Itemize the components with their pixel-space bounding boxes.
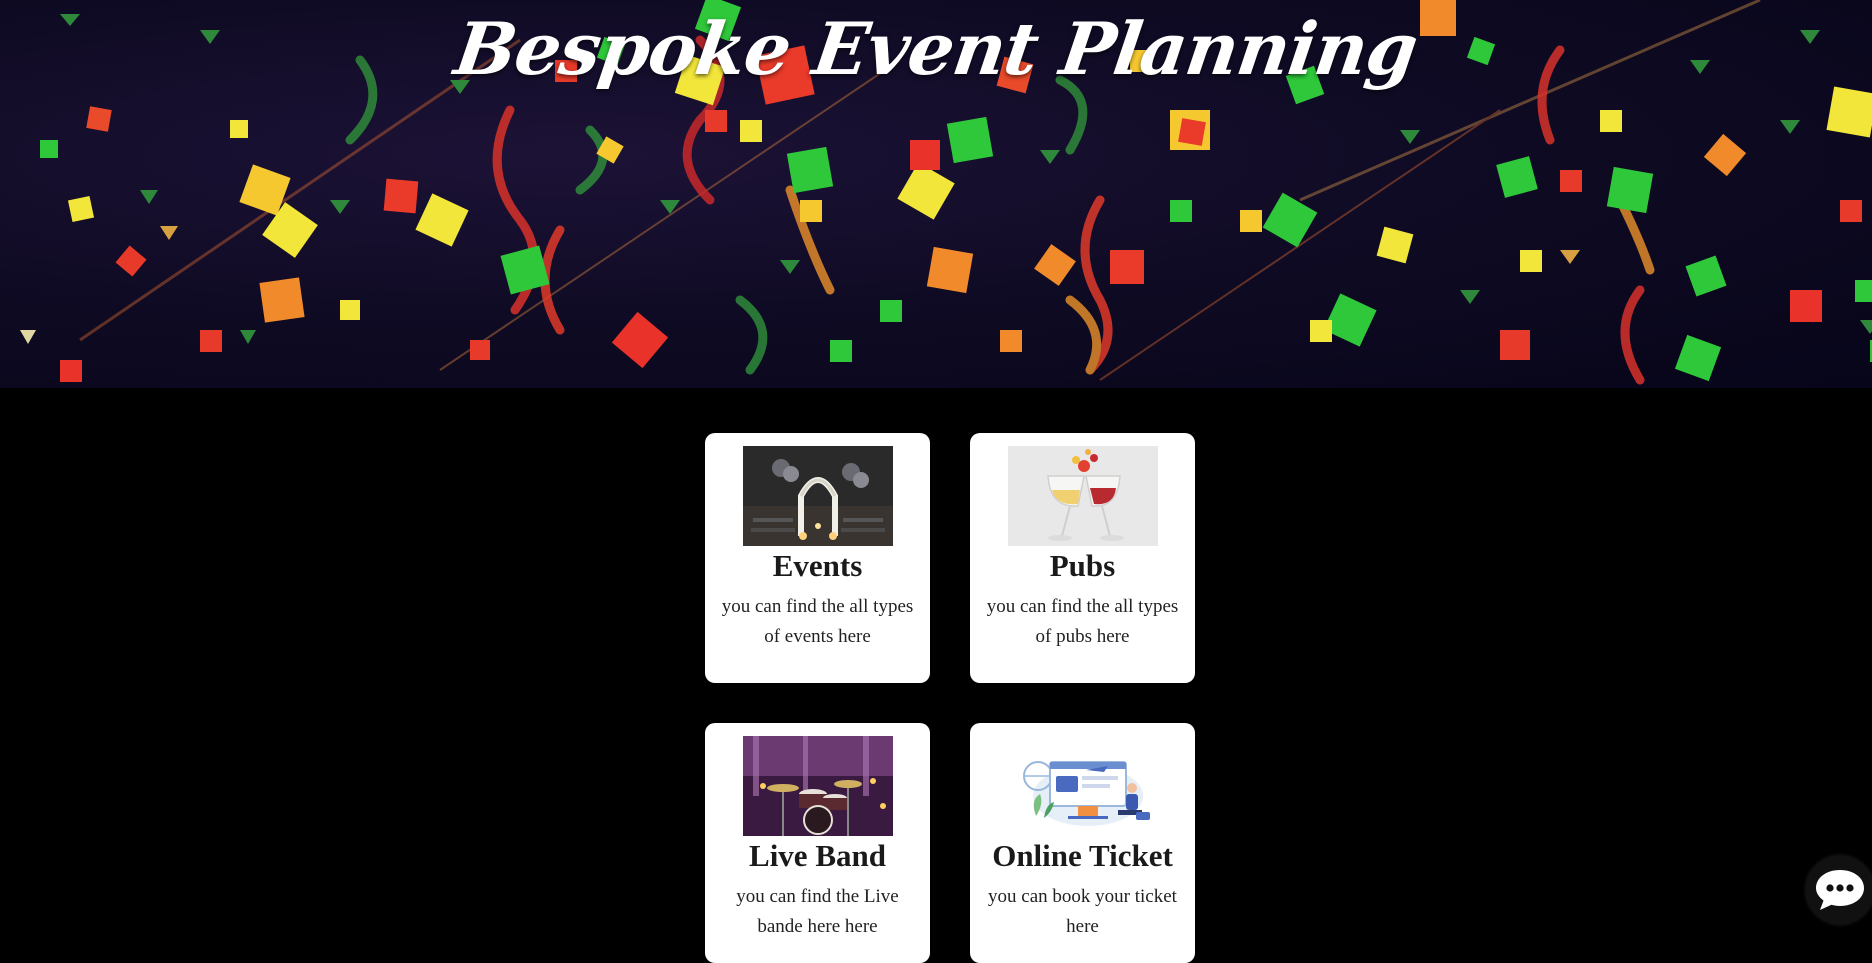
hero-banner: Bespoke Event Planning <box>0 0 1872 388</box>
card-description: you can book your ticket here <box>988 886 1177 937</box>
card-pubs[interactable]: Pubs you can find the all types of pubs … <box>970 433 1195 683</box>
card-description: you can find the Live bande here here <box>736 886 899 937</box>
site-title: Bespoke Event Planning <box>449 6 1423 91</box>
drum-kit-stage-photo <box>742 736 893 836</box>
card-title: Pubs <box>1049 548 1116 583</box>
online-ticket-illustration <box>1007 736 1158 836</box>
card-online-ticket[interactable]: Online Ticket you can book your ticket h… <box>970 723 1195 963</box>
chat-bubble-icon <box>1816 870 1864 910</box>
wine-glasses-toast-photo <box>1007 446 1158 546</box>
card-title: Online Ticket <box>992 838 1173 873</box>
card-events[interactable]: Events you can find the all types of eve… <box>705 433 930 683</box>
card-live-band[interactable]: Live Band you can find the Live bande he… <box>705 723 930 963</box>
event-arch-photo <box>742 446 893 546</box>
category-grid: Events you can find the all types of eve… <box>0 388 1872 963</box>
card-title: Live Band <box>749 838 886 873</box>
card-description: you can find the all types of events her… <box>721 596 914 647</box>
chat-button[interactable] <box>1806 856 1872 924</box>
card-title: Events <box>772 548 863 583</box>
card-description: you can find the all types of pubs here <box>986 596 1179 647</box>
